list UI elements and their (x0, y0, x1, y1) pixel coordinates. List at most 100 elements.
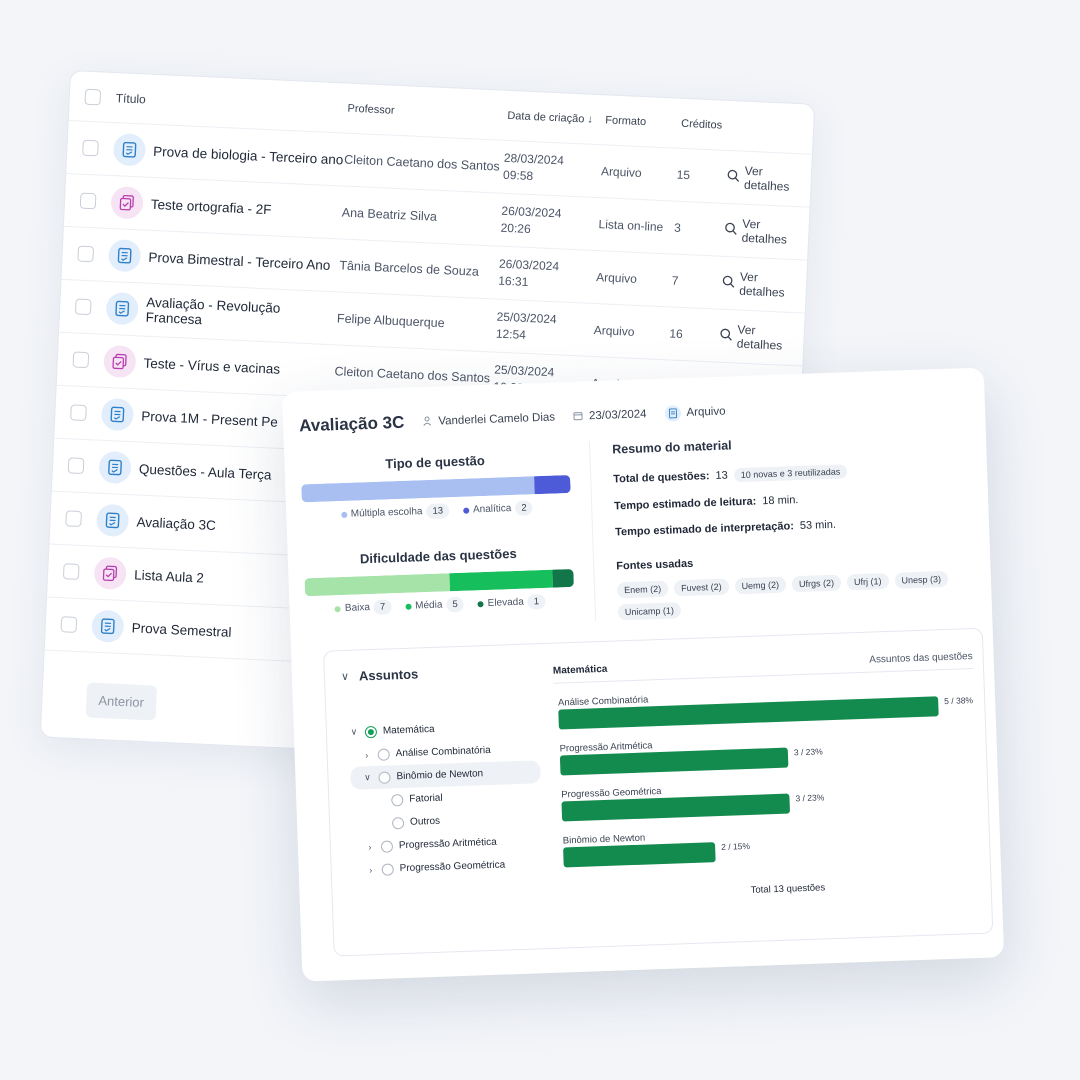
row-title: Prova Bimestral - Terceiro Ano (148, 249, 331, 273)
source-chip[interactable]: Ufrj (1) (846, 572, 889, 591)
previous-page-button[interactable]: Anterior (85, 682, 157, 721)
document-icon (100, 397, 135, 432)
legend-dot (462, 507, 470, 514)
column-date[interactable]: Data de criação ↓ (507, 109, 605, 125)
summary-title: Resumo do material (611, 438, 732, 457)
row-title-cell[interactable]: Prova Bimestral - Terceiro Ano (107, 238, 340, 281)
document-icon (112, 133, 146, 167)
row-title: Avaliação - Revolução Francesa (145, 294, 281, 328)
subject-radio[interactable] (378, 770, 391, 784)
author-meta: Vanderlei Camelo Dias (422, 411, 555, 429)
online-list-icon (102, 344, 137, 379)
question_type-segment (301, 476, 535, 503)
bar-value-label: 5 / 38% (944, 695, 974, 706)
difficulty-bar (304, 568, 574, 597)
row-checkbox[interactable] (60, 616, 78, 633)
legend-label: Elevada (487, 596, 525, 609)
chevron-down-icon[interactable]: ∨ (349, 727, 359, 738)
created-date: 23/03/2024 (588, 408, 647, 423)
difficulty-legend-item: Baixa 7 (334, 599, 392, 616)
row-checkbox[interactable] (62, 563, 80, 580)
row-checkbox[interactable] (67, 457, 85, 475)
source-chip[interactable]: Fuvest (2) (673, 578, 729, 597)
subjects-chart: Matemática Assuntos das questões Análise… (552, 651, 982, 925)
view-details-link[interactable]: Ver detalhes (721, 269, 807, 301)
column-credits[interactable]: Créditos (681, 117, 751, 132)
subject-radio[interactable] (381, 862, 394, 876)
legend-count: 7 (373, 599, 392, 615)
source-chip[interactable]: Ufrgs (2) (791, 574, 842, 593)
row-title-cell[interactable]: Avaliação - Revolução Francesa (105, 291, 337, 334)
file-icon (664, 405, 681, 422)
row-date-cell: 25/03/2024 12:54 (495, 309, 594, 347)
row-checkbox[interactable] (79, 192, 97, 210)
chevron-down-icon[interactable]: ∨ (362, 772, 372, 783)
difficulty-segment (304, 573, 450, 597)
chevron-down-icon[interactable]: ∨ (341, 670, 349, 683)
row-checkbox[interactable] (74, 298, 92, 316)
view-details-link[interactable]: Ver detalhes (726, 163, 812, 195)
row-title-cell[interactable]: Teste ortografia - 2F (110, 186, 342, 228)
material-detail-card: Avaliação 3C Vanderlei Camelo Dias 23/03… (282, 367, 1005, 982)
row-checkbox[interactable] (65, 510, 83, 527)
row-title: Teste ortografia - 2F (150, 196, 272, 217)
row-title: Prova Semestral (131, 619, 232, 640)
source-chips: Enem (2) Fuvest (2) Uemg (2) Ufrgs (2) Ufrj … (616, 570, 976, 621)
total-questions-label: Total de questões: (613, 470, 710, 486)
document-icon (95, 503, 130, 538)
legend-label: Múltipla escolha (350, 506, 423, 520)
subject-radio[interactable] (380, 839, 394, 853)
question-stats: Tipo de questão Múltipla escolha 13 Analít… (300, 441, 597, 632)
search-icon (721, 275, 735, 292)
row-credits: 15 (676, 167, 691, 183)
row-title-cell[interactable]: Prova de biologia - Terceiro ano (112, 133, 345, 175)
format-meta: Arquivo (664, 404, 726, 422)
row-time: 09:58 (502, 167, 534, 184)
view-details-label: Ver detalhes (736, 322, 783, 353)
difficulty-legend-item: Elevada 1 (477, 593, 546, 611)
column-professor[interactable]: Professor (347, 102, 507, 121)
row-credits: 16 (669, 326, 684, 342)
source-chip[interactable]: Uemg (2) (734, 576, 787, 595)
view-details-link[interactable]: Ver detalhes (719, 322, 805, 354)
reading-time-line: Tempo estimado de leitura: 18 min. (614, 488, 972, 512)
source-chip[interactable]: Enem (2) (616, 580, 669, 599)
online-list-icon (110, 186, 144, 220)
select-all-checkbox[interactable] (84, 88, 102, 105)
question-type-title: Tipo de questão (385, 452, 485, 472)
bar-chart-svg: Análise Combinatória 5 / 38% Progressão Ar… (558, 694, 974, 868)
source-chip[interactable]: Unesp (3) (894, 570, 949, 589)
column-date-label: Data de criação (507, 109, 585, 125)
row-credits: 3 (673, 220, 682, 235)
subject-radio[interactable] (391, 793, 404, 806)
row-professor: Felipe Albuquerque (336, 311, 445, 331)
row-checkbox[interactable] (77, 245, 94, 263)
legend-count: 1 (527, 593, 546, 610)
chevron-right-icon[interactable]: › (366, 865, 376, 875)
column-title[interactable]: Título (115, 91, 347, 116)
sort-down-icon[interactable]: ↓ (587, 113, 593, 125)
document-icon (107, 238, 142, 273)
subject-label: Outros (409, 815, 441, 828)
row-checkbox[interactable] (72, 351, 90, 369)
chevron-right-icon[interactable]: › (365, 842, 375, 852)
subject-label: Fatorial (409, 792, 443, 805)
bar-value-label: 3 / 23% (795, 792, 825, 803)
subject-radio[interactable] (377, 747, 390, 761)
subject-radio[interactable] (364, 725, 378, 738)
view-details-link[interactable]: Ver detalhes (723, 216, 809, 248)
legend-dot (477, 600, 484, 607)
row-title-cell[interactable]: Teste - Vírus e vacinas (102, 344, 335, 387)
bar-4[interactable] (563, 842, 716, 868)
source-chip[interactable]: Unicamp (1) (617, 602, 682, 621)
row-checkbox[interactable] (70, 404, 87, 422)
detail-title: Avaliação 3C (298, 412, 405, 436)
reading-time-value: 18 min. (762, 494, 799, 508)
chevron-right-icon[interactable]: › (362, 750, 372, 760)
row-checkbox[interactable] (82, 139, 99, 157)
document-icon (98, 450, 132, 485)
column-format[interactable]: Formato (605, 114, 681, 129)
subject-radio[interactable] (391, 816, 405, 829)
search-icon (719, 328, 733, 345)
document-icon (91, 609, 125, 643)
